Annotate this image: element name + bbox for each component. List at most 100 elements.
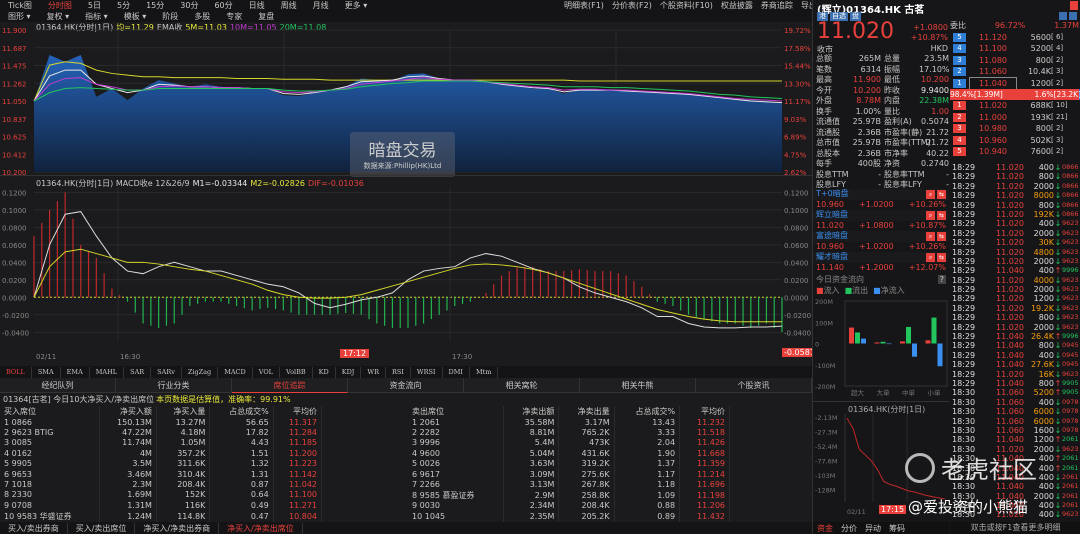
indicator-tab[interactable]: BOLL (0, 366, 32, 378)
toolbar-item[interactable]: 复盘 (250, 11, 282, 22)
period-tab[interactable]: 60分 (206, 0, 240, 11)
search-icon[interactable]: ⌕ (926, 190, 935, 199)
table-row[interactable]: 1 0866 150.13M 13.27M 56.65 11.317 (0, 417, 323, 428)
toolbar-item[interactable]: 模板 ▾ (116, 11, 155, 22)
grey-market-header[interactable]: 辉立暗盘 ⌕ ⇆ (813, 210, 949, 221)
toolbar-item[interactable]: 专家 (218, 11, 250, 22)
table-row[interactable]: 1 2061 35.58M 3.17M 13.43 11.232 (408, 417, 730, 428)
seat-subtab[interactable]: 买入/卖出席位 (68, 522, 136, 534)
section-tab[interactable]: 席位追踪 (232, 377, 348, 393)
table-row[interactable]: 4 9600 5.04M 431.6K 1.90 11.668 (408, 448, 730, 459)
indicator-tab[interactable]: EMA (61, 366, 90, 378)
section-tab[interactable]: 相关窝轮 (464, 377, 580, 393)
table-row[interactable]: 9 0030 2.34M 208.4K 0.88 11.206 (408, 500, 730, 512)
indicator-tab[interactable]: MAHL (90, 366, 125, 378)
section-tab[interactable]: 相关牛熊 (580, 377, 696, 393)
table-row[interactable]: 8 9585 慕盈证券 2.9M 258.8K 1.09 11.198 (408, 489, 730, 501)
period-tab[interactable]: 15分 (138, 0, 172, 11)
table-row[interactable]: 9 0708 1.31M 116K 0.49 11.271 (0, 500, 323, 511)
table-row[interactable]: 3 9996 5.4M 473K 2.04 11.426 (408, 437, 730, 449)
ask-level[interactable]: 1 11.040 1200[ 2] (950, 76, 1080, 90)
section-tab[interactable]: 个股资讯 (696, 377, 812, 393)
toolbar-item[interactable]: 复权 ▾ (39, 11, 78, 22)
indicator-tab[interactable]: SARv (151, 366, 182, 378)
detail-tab[interactable]: 明细表(F1) (560, 0, 608, 11)
toolbar-item[interactable]: 阶段 (154, 11, 186, 22)
indicator-tab[interactable]: VOL (253, 366, 280, 378)
panel-tab[interactable]: 异动 (861, 523, 885, 534)
toolbar-item[interactable]: 指标 ▾ (77, 11, 116, 22)
panel-tab[interactable]: 筹码 (885, 523, 909, 534)
table-row[interactable]: 2 2282 8.81M 765.2K 3.33 11.518 (408, 427, 730, 438)
ask-level[interactable]: 4 11.100 5200[ 4] (950, 43, 1080, 55)
grey-market-name[interactable]: 富途暗盘 (816, 231, 848, 242)
indicator-tab[interactable]: Mtm (470, 366, 499, 378)
table-row[interactable]: 5 0026 3.63M 319.2K 1.37 11.359 (408, 458, 730, 469)
detail-tab[interactable]: 个股资料(F10) (656, 0, 717, 11)
close-panel-icon[interactable] (1070, 1, 1078, 10)
detail-tab[interactable]: 权益披露 (717, 0, 757, 11)
switch-icon[interactable]: ⇆ (937, 190, 946, 199)
indicator-tab[interactable]: SAR (124, 366, 152, 378)
table-row[interactable]: 4 0162 4M 357.2K 1.51 11.200 (0, 448, 323, 459)
table-row[interactable]: 10 9583 华盛证券 1.24M 114.8K 0.47 10.804 (0, 510, 323, 522)
bid-level[interactable]: 2 11.000 193K[ 21] (950, 112, 1080, 124)
table-row[interactable]: 7 2266 3.13M 267.8K 1.18 11.696 (408, 479, 730, 490)
search-icon[interactable]: ⌕ (926, 232, 935, 241)
indicator-tab[interactable]: ZigZag (182, 366, 219, 378)
search-icon[interactable]: ⌕ (926, 253, 935, 262)
info-icon[interactable] (1059, 12, 1067, 20)
switch-icon[interactable]: ⇆ (937, 253, 946, 262)
indicator-tab[interactable]: KD (313, 366, 336, 378)
grey-market-name[interactable]: 耀才暗盘 (816, 252, 848, 263)
bid-level[interactable]: 3 10.980 800[ 2] (950, 123, 1080, 135)
period-tab[interactable]: 5分 (109, 0, 138, 11)
period-tab[interactable]: 日线 (241, 0, 273, 11)
indicator-tab[interactable]: SMA (32, 366, 61, 378)
section-tab[interactable]: 经纪队列 (0, 377, 116, 393)
bid-level[interactable]: 1 11.020 688K[ 10] (950, 100, 1080, 112)
period-tab[interactable]: 月线 (305, 0, 337, 11)
help-icon[interactable]: ? (937, 275, 946, 284)
grey-market-name[interactable]: 辉立暗盘 (816, 210, 848, 221)
detail-tab[interactable]: 分价表(F2) (608, 0, 656, 11)
toolbar-item[interactable]: 多股 (186, 11, 218, 22)
panel-tab[interactable]: 资金 (813, 523, 837, 534)
table-row[interactable]: 6 9653 3.46M 310.4K 1.31 11.142 (0, 468, 323, 480)
indicator-tab[interactable]: VolBB (280, 366, 313, 378)
search-icon[interactable]: ⌕ (926, 211, 935, 220)
grey-market-header[interactable]: T+0暗盘 ⌕ ⇆ (813, 189, 949, 200)
seat-subtab[interactable]: 净买入/净卖出券商 (135, 522, 220, 534)
indicator-tab[interactable]: WRSI (411, 366, 443, 378)
bid-level[interactable]: 4 10.960 502K[ 3] (950, 135, 1080, 147)
table-row[interactable]: 8 2330 1.69M 152K 0.64 11.100 (0, 489, 323, 501)
grey-market-header[interactable]: 富途暗盘 ⌕ ⇆ (813, 231, 949, 242)
bid-level[interactable]: 5 10.940 7600[ 2] (950, 146, 1080, 158)
seat-subtab[interactable]: 买入/卖出券商 (0, 522, 68, 534)
indicator-tab[interactable]: MACD (218, 366, 253, 378)
seat-subtab[interactable]: 净买入/净卖出席位 (219, 522, 303, 534)
ask-level[interactable]: 5 11.120 5600[ 6] (950, 32, 1080, 44)
info-icon-2[interactable] (1069, 12, 1077, 20)
price-chart[interactable]: 01364.HK(分时|1日) 均=11.29 EMA收 5M=11.03 10… (0, 22, 812, 177)
section-tab[interactable]: 资金流向 (348, 377, 464, 393)
period-tab[interactable]: 5日 (80, 0, 109, 11)
period-tab[interactable]: 周线 (273, 0, 305, 11)
table-row[interactable]: 5 9905 3.5M 311.6K 1.32 11.223 (0, 458, 323, 469)
table-row[interactable]: 6 9617 3.09M 275.6K 1.17 11.214 (408, 468, 730, 480)
panel-tab[interactable]: 分价 (837, 523, 861, 534)
indicator-tab[interactable]: DMI (443, 366, 470, 378)
period-tab[interactable]: 分时图 (40, 0, 80, 11)
indicator-tab[interactable]: WR (361, 366, 386, 378)
table-row[interactable]: 7 1018 2.3M 208.4K 0.87 11.042 (0, 479, 323, 490)
period-tab[interactable]: 30分 (172, 0, 206, 11)
macd-chart[interactable]: 01364.HK(分时|1日) MACD收e 12&26/9 M1=-0.033… (0, 175, 817, 365)
grey-market-name[interactable]: T+0暗盘 (816, 189, 849, 200)
toolbar-item[interactable]: 图形 ▾ (0, 11, 39, 22)
period-tab[interactable]: Tick图 (0, 0, 40, 11)
indicator-tab[interactable]: RSI (386, 366, 411, 378)
table-row[interactable]: 2 9623 BTIG 47.22M 4.18M 17.82 11.284 (0, 427, 323, 438)
table-row[interactable]: 10 1045 2.35M 205.2K 0.89 11.432 (408, 511, 730, 522)
indicator-tab[interactable]: KDJ (336, 366, 362, 378)
section-tab[interactable]: 行业分类 (116, 377, 232, 393)
